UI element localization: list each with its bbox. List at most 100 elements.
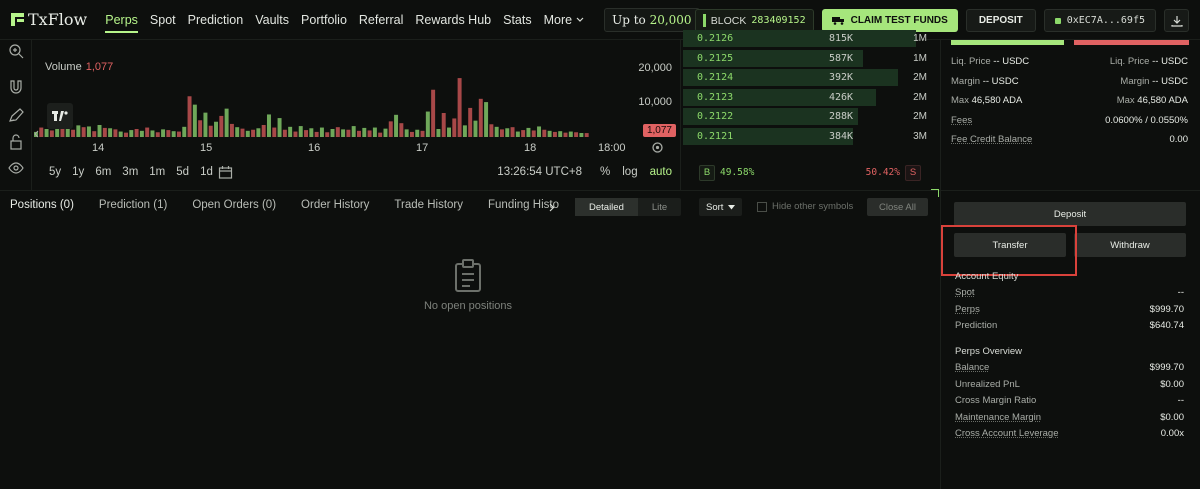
top-nav: TxFlow Perps Spot Prediction Vaults Portfoli…	[0, 0, 1200, 40]
download-icon	[1170, 15, 1183, 27]
volume-bar	[351, 126, 356, 137]
volume-bar	[362, 127, 367, 137]
main-nav: Perps Spot Prediction Vaults Portfolio Referr…	[105, 9, 543, 33]
account-row-value: $999.70	[1149, 303, 1184, 315]
buy-badge: B	[699, 164, 715, 181]
deposit-header-button[interactable]: DEPOSIT	[965, 9, 1036, 32]
calendar-icon[interactable]	[218, 165, 233, 180]
zoom-in-icon[interactable]	[8, 43, 24, 59]
hide-other-symbols-checkbox[interactable]: Hide other symbols	[757, 201, 853, 212]
nav-item-vaults[interactable]: Vaults	[255, 9, 289, 31]
eye-icon[interactable]	[8, 160, 24, 176]
max-row: Max 46,580 ADA Max 46,580 ADA	[951, 95, 1188, 106]
liq-price-right: Liq. Price -- USDC	[1109, 56, 1188, 67]
orderbook-row[interactable]: 0.2124 392K 2M	[683, 69, 933, 87]
percent-scale-toggle[interactable]: %	[600, 166, 610, 178]
nav-item-spot[interactable]: Spot	[150, 9, 176, 31]
buy-side-tab-indicator[interactable]	[951, 40, 1064, 45]
tab-trade-history[interactable]: Trade History	[394, 199, 463, 211]
volume-bar	[272, 127, 277, 137]
volume-bar	[341, 129, 346, 137]
nav-item-stats[interactable]: Stats	[503, 9, 532, 31]
account-row-maintenance-margin: Maintenance Margin $0.00	[955, 412, 1184, 423]
app-logo[interactable]: TxFlow	[11, 10, 87, 29]
draw-pencil-icon[interactable]	[8, 107, 24, 123]
x-tick-1800: 18:00	[598, 142, 626, 154]
scroll-left-icon[interactable]	[33, 130, 39, 138]
close-all-button[interactable]: Close All	[867, 198, 928, 216]
orderbook-row[interactable]: 0.2126 815K 1M	[683, 30, 933, 47]
range-5y[interactable]: 5y	[49, 166, 61, 178]
range-5d[interactable]: 5d	[176, 166, 189, 178]
view-lite-button[interactable]: Lite	[638, 198, 681, 216]
download-button[interactable]	[1164, 9, 1189, 32]
withdraw-button[interactable]: Withdraw	[1074, 233, 1186, 257]
nav-item-rewards-hub[interactable]: Rewards Hub	[415, 9, 491, 31]
orderbook-row[interactable]: 0.2123 426K 2M	[683, 88, 933, 106]
nav-item-portfolio[interactable]: Portfolio	[301, 9, 347, 31]
empty-state: No open positions	[420, 259, 516, 312]
wallet-button[interactable]: 0xEC7A...69f5	[1043, 9, 1156, 32]
lock-icon[interactable]	[8, 134, 24, 150]
logo-icon	[11, 13, 24, 26]
tab-positions[interactable]: Positions (0)	[10, 199, 74, 211]
account-row-prediction: Prediction $640.74	[955, 320, 1184, 331]
volume-bar	[145, 127, 150, 137]
volume-bar	[251, 129, 256, 137]
fee-credit-row: Fee Credit Balance 0.00	[951, 134, 1188, 145]
volume-bar	[394, 114, 399, 137]
orderbook-price: 0.2125	[697, 52, 734, 64]
account-row-label: Cross Margin Ratio	[955, 395, 1037, 406]
volume-bar	[161, 129, 166, 137]
sell-side-tab-indicator[interactable]	[1074, 40, 1189, 45]
tab-order-history[interactable]: Order History	[301, 199, 369, 211]
tradingview-logo[interactable]	[47, 103, 73, 129]
account-equity-title: Account Equity	[955, 271, 1019, 282]
orderbook-row[interactable]: 0.2122 288K 2M	[683, 108, 933, 126]
volume-bar	[60, 128, 65, 137]
volume-bar	[473, 120, 478, 137]
range-1y[interactable]: 1y	[72, 166, 84, 178]
volume-bar	[452, 118, 457, 137]
volume-bar	[76, 125, 81, 137]
tab-open-orders[interactable]: Open Orders (0)	[192, 199, 276, 211]
volume-bar	[277, 118, 282, 137]
sort-dropdown[interactable]: Sort	[699, 198, 743, 216]
range-6m[interactable]: 6m	[95, 166, 111, 178]
tab-prediction[interactable]: Prediction (1)	[99, 199, 167, 211]
nav-more-menu[interactable]: More	[544, 9, 584, 31]
range-3m[interactable]: 3m	[122, 166, 138, 178]
volume-bar	[568, 131, 573, 137]
volume-bar	[431, 89, 436, 137]
volume-bar	[102, 127, 107, 137]
orderbook-price: 0.2122	[697, 111, 734, 123]
chart-settings-icon[interactable]	[651, 141, 664, 154]
nav-item-perps[interactable]: Perps	[105, 9, 138, 33]
nav-item-prediction[interactable]: Prediction	[188, 9, 244, 31]
fee-credit-value: 0.00	[1169, 134, 1189, 145]
view-detailed-button[interactable]: Detailed	[575, 198, 638, 216]
block-label: BLOCK	[710, 14, 747, 27]
nav-item-referral[interactable]: Referral	[359, 9, 403, 31]
last-volume-tag: 1,077	[642, 124, 676, 137]
orderbook-row[interactable]: 0.2121 384K 3M	[683, 128, 933, 145]
deposit-button[interactable]: Deposit	[954, 202, 1186, 226]
volume-bar	[304, 130, 309, 137]
claim-test-funds-button[interactable]: CLAIM TEST FUNDS	[821, 9, 958, 32]
tabs-scroll-right-icon[interactable]	[549, 203, 555, 212]
volume-bar	[219, 115, 224, 137]
volume-chart[interactable]: Volume 1,077 20,000 10,000 1,077 14 15 16…	[32, 40, 680, 190]
chart-tool-rail	[0, 40, 32, 190]
log-scale-toggle[interactable]: log	[622, 166, 637, 178]
promo-badge[interactable]: Up to 20,000	[604, 7, 700, 32]
orderbook-size: 288K	[829, 111, 854, 123]
orderbook-row[interactable]: 0.2125 587K 1M	[683, 49, 933, 67]
range-1m[interactable]: 1m	[149, 166, 165, 178]
sort-label: Sort	[706, 201, 724, 213]
magnet-icon[interactable]	[8, 79, 24, 95]
block-height: BLOCK 283409152	[694, 9, 814, 32]
fees-label: Fees	[951, 115, 973, 126]
range-1d[interactable]: 1d	[200, 166, 213, 178]
auto-scale-toggle[interactable]: auto	[650, 166, 672, 178]
tradingview-icon	[52, 111, 68, 121]
